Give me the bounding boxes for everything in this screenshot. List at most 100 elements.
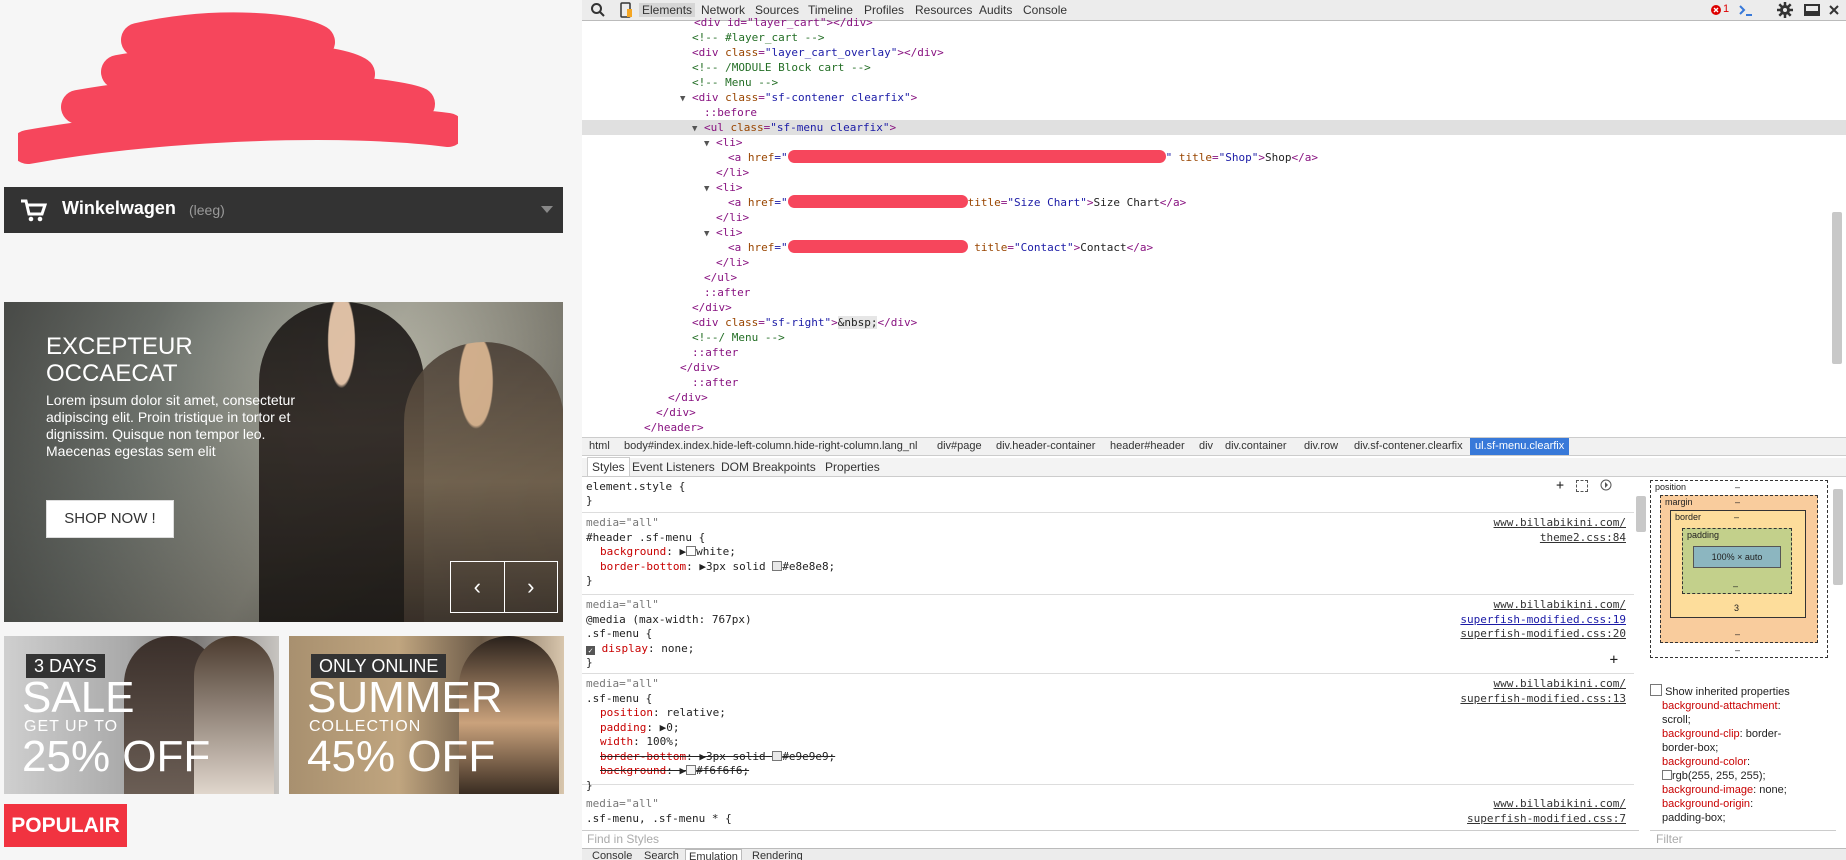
style-rule[interactable]: media="all" .sf-menu { position: relativ… [582, 674, 1634, 792]
dom-node-selected[interactable]: ▼ <ul class="sf-menu clearfix"> [582, 120, 1846, 135]
dom-node[interactable]: </ul> [582, 270, 1846, 285]
dom-comment[interactable]: <!--/ Menu --> [582, 330, 1846, 345]
dom-comment[interactable]: <!-- /MODULE Block cart --> [582, 60, 1846, 75]
tab-properties[interactable]: Properties [825, 458, 880, 476]
populair-tab[interactable]: POPULAIR [4, 804, 127, 847]
show-inherited-row[interactable]: Show inherited properties [1650, 684, 1830, 699]
drawer-tab-rendering[interactable]: Rendering [752, 849, 803, 860]
dom-scrollbar[interactable] [1832, 212, 1842, 364]
dom-pseudo[interactable]: ::after [582, 285, 1846, 300]
drawer-tabbar: Console Search Emulation Rendering [582, 848, 1846, 860]
computed-scrollbar[interactable] [1833, 489, 1843, 585]
cart-block[interactable]: Winkelwagen (leeg) [4, 187, 563, 233]
dom-node[interactable]: <a href=" " title="Shop">Shop</a> [582, 150, 1846, 165]
style-rule[interactable]: element.style { } + [582, 477, 1634, 513]
breadcrumb-item[interactable]: body#index.index.hide-left-column.hide-r… [624, 438, 918, 455]
source-link[interactable]: www.billabikini.com/ [1494, 797, 1626, 812]
computed-property[interactable]: background-image: none; [1650, 783, 1830, 797]
dom-comment[interactable]: <!-- Menu --> [582, 75, 1846, 90]
breadcrumb-item[interactable]: div.container [1225, 438, 1287, 455]
computed-property[interactable]: background-origin: padding-box; [1650, 797, 1830, 825]
dom-node[interactable]: </div> [582, 360, 1846, 375]
color-swatch[interactable] [1662, 770, 1672, 780]
dom-node[interactable]: </header> [582, 420, 1846, 435]
animation-icon[interactable] [1600, 479, 1612, 491]
style-rule[interactable]: media="all" #header .sf-menu { backgroun… [582, 513, 1634, 595]
chevron-left-icon[interactable]: ‹ [451, 562, 504, 612]
dom-node[interactable]: <div class="layer_cart_overlay"></div> [582, 45, 1846, 60]
expand-triangle-icon[interactable]: ▼ [680, 94, 685, 104]
source-link[interactable]: superfish-modified.css:20 [1460, 627, 1626, 642]
color-swatch[interactable] [772, 750, 783, 761]
dom-comment[interactable]: <!-- #layer_cart --> [582, 30, 1846, 45]
styles-scrollbar[interactable] [1636, 496, 1646, 532]
source-link[interactable]: superfish-modified.css:7 [1467, 812, 1626, 827]
breadcrumb-item[interactable]: div.sf-contener.clearfix [1354, 438, 1463, 455]
shop-now-button[interactable]: SHOP NOW ! [46, 500, 174, 538]
dom-node[interactable]: </div> [582, 390, 1846, 405]
style-rule[interactable]: media="all" .sf-menu, .sf-menu * { www.b… [582, 797, 1634, 829]
banner-sale[interactable]: 3 DAYS SALE GET UP TO 25% OFF [4, 636, 279, 794]
source-link[interactable]: www.billabikini.com/ [1494, 677, 1626, 692]
box-model-content[interactable]: 100% × auto [1693, 546, 1781, 568]
drawer-tab-search[interactable]: Search [644, 849, 679, 860]
tab-event-listeners[interactable]: Event Listeners [632, 458, 715, 476]
dom-node[interactable]: </div> [582, 405, 1846, 420]
breadcrumb-item-active[interactable]: ul.sf-menu.clearfix [1470, 438, 1570, 455]
source-link[interactable]: www.billabikini.com/ [1494, 598, 1626, 613]
breadcrumb-item[interactable]: header#header [1110, 438, 1185, 455]
drawer-tab-emulation[interactable]: Emulation [685, 849, 742, 860]
source-link[interactable]: www.billabikini.com/ [1494, 516, 1626, 531]
tab-dom-breakpoints[interactable]: DOM Breakpoints [721, 458, 816, 476]
dom-node[interactable]: </li> [582, 255, 1846, 270]
dom-node[interactable]: </li> [582, 165, 1846, 180]
source-link[interactable]: superfish-modified.css:13 [1460, 692, 1626, 707]
banner-summer[interactable]: ONLY ONLINE SUMMER COLLECTION 45% OFF [289, 636, 564, 794]
dom-node[interactable]: <a href=" title="Size Chart">Size Chart</… [582, 195, 1846, 210]
dom-node[interactable]: ▼ <li> [582, 225, 1846, 240]
color-swatch[interactable] [686, 546, 697, 556]
color-swatch[interactable] [772, 560, 783, 571]
dom-node[interactable]: ▼ <li> [582, 180, 1846, 195]
dom-pseudo[interactable]: ::after [582, 375, 1846, 390]
dom-node[interactable]: <a href=" title="Contact">Contact</a> [582, 240, 1846, 255]
expand-triangle-icon[interactable]: ▼ [704, 139, 709, 149]
chevron-down-icon[interactable] [541, 206, 553, 213]
breadcrumb-item[interactable]: html [589, 438, 610, 455]
computed-filter-input[interactable]: Filter [1650, 830, 1836, 848]
drawer-tab-console[interactable]: Console [592, 849, 632, 860]
expand-triangle-icon[interactable]: ▼ [704, 229, 709, 239]
breadcrumb-item[interactable]: div.header-container [996, 438, 1095, 455]
tab-styles[interactable]: Styles [587, 457, 630, 476]
show-inherited-checkbox[interactable] [1650, 684, 1662, 696]
expand-triangle-icon[interactable]: ▼ [692, 124, 697, 134]
checkbox-checked-icon[interactable]: ✓ [586, 645, 595, 655]
dom-node[interactable]: </li> [582, 210, 1846, 225]
add-property-icon[interactable]: + [1610, 653, 1618, 668]
chevron-right-icon[interactable]: › [503, 562, 558, 612]
banner-headline: SALE [22, 673, 135, 722]
dom-tag: </li> [716, 256, 750, 269]
dom-node[interactable]: <div class="sf-right">&nbsp;</div> [582, 315, 1846, 330]
element-state-icon[interactable] [1576, 480, 1588, 492]
dom-pseudo[interactable]: ::after [582, 345, 1846, 360]
dom-pseudo[interactable]: ::before [582, 105, 1846, 120]
computed-property[interactable]: background-clip: border-border-box; [1650, 727, 1830, 755]
add-rule-icon[interactable]: + [1556, 478, 1564, 494]
dom-node[interactable]: ▼ <div class="sf-contener clearfix"> [582, 90, 1846, 105]
dom-node[interactable]: ▼ <li> [582, 135, 1846, 150]
dom-node[interactable]: <div id="layer_cart"></div> [582, 15, 1846, 30]
breadcrumb-item[interactable]: div#page [937, 438, 982, 455]
source-link[interactable]: theme2.css:84 [1540, 531, 1626, 546]
dom-node[interactable]: </div> [582, 300, 1846, 315]
breadcrumb-item[interactable]: div [1199, 438, 1213, 455]
computed-property[interactable]: background-color: rgb(255, 255, 255); [1650, 755, 1830, 783]
color-swatch[interactable] [686, 765, 697, 775]
computed-property[interactable]: background-attachment: scroll; [1650, 699, 1830, 727]
style-rule[interactable]: media="all" @media (max-width: 767px) .s… [582, 595, 1634, 674]
source-link[interactable]: superfish-modified.css:19 [1460, 613, 1626, 628]
error-count[interactable]: 1 [1723, 3, 1729, 15]
breadcrumb-item[interactable]: div.row [1304, 438, 1338, 455]
find-in-styles-input[interactable]: Find in Styles [582, 830, 1639, 848]
expand-triangle-icon[interactable]: ▼ [704, 184, 709, 194]
